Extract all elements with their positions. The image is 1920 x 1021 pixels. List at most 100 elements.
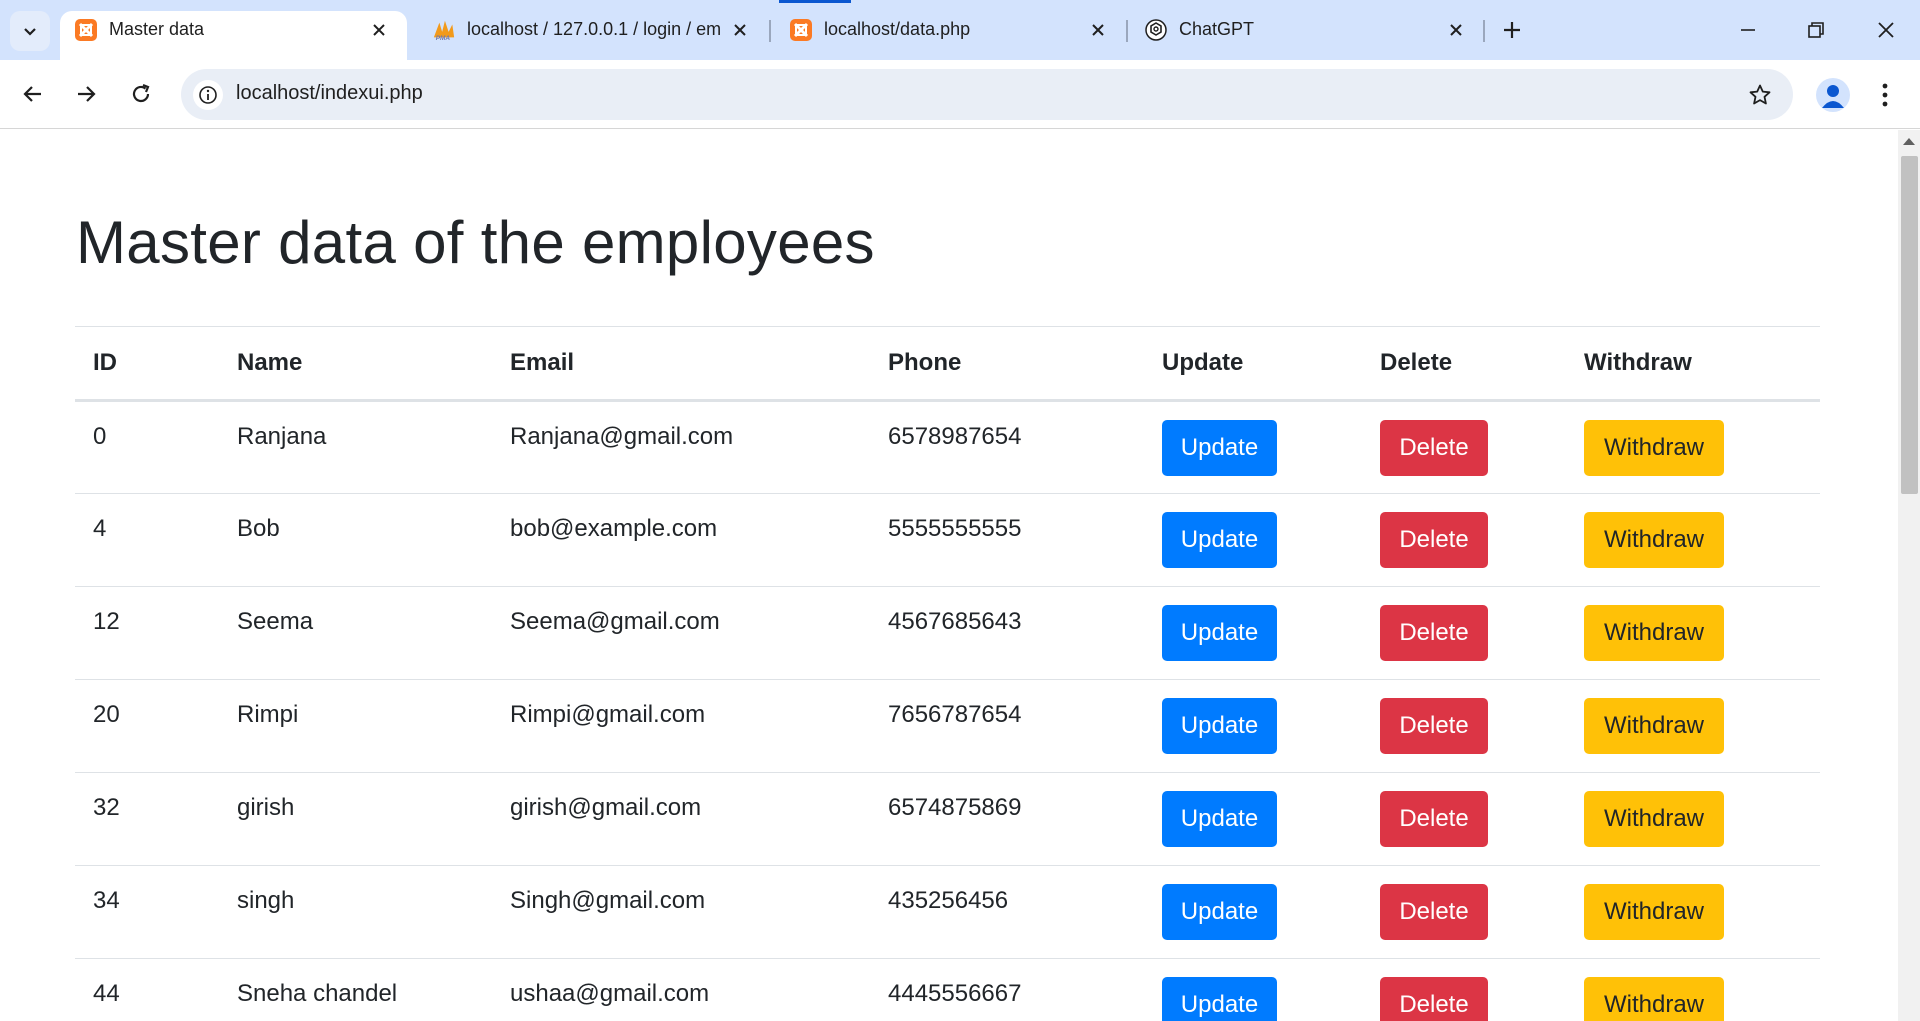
email-cell: ushaa@gmail.com xyxy=(492,958,870,1021)
withdraw-button[interactable]: Withdraw xyxy=(1584,791,1724,847)
tab-master-data[interactable]: Master data xyxy=(60,11,407,60)
tab-search-button[interactable] xyxy=(10,11,50,51)
phone-cell: 435256456 xyxy=(870,865,1144,959)
withdraw-cell: Withdraw xyxy=(1566,958,1820,1021)
column-header-update: Update xyxy=(1144,326,1362,402)
id-cell: 20 xyxy=(75,679,219,773)
chevron-down-icon xyxy=(24,28,36,36)
bookmark-star-icon[interactable] xyxy=(1745,80,1775,110)
update-button[interactable]: Update xyxy=(1162,884,1277,940)
site-info-icon[interactable] xyxy=(193,80,223,110)
column-header-phone: Phone xyxy=(870,326,1144,402)
tab-data-php[interactable]: localhost/data.php xyxy=(775,11,1115,60)
arrow-left-icon xyxy=(23,86,41,102)
reload-button[interactable] xyxy=(121,74,161,114)
update-button[interactable]: Update xyxy=(1162,791,1277,847)
delete-button[interactable]: Delete xyxy=(1380,420,1488,476)
update-cell: Update xyxy=(1144,958,1362,1021)
update-button[interactable]: Update xyxy=(1162,420,1277,476)
update-cell: Update xyxy=(1144,400,1362,494)
withdraw-cell: Withdraw xyxy=(1566,400,1820,494)
table-row: 20 Rimpi Rimpi@gmail.com 7656787654 Update De… xyxy=(75,679,1820,773)
xampp-icon xyxy=(74,18,98,42)
withdraw-cell: Withdraw xyxy=(1566,679,1820,773)
page-title: Master data of the employees xyxy=(76,209,875,276)
delete-button[interactable]: Delete xyxy=(1380,977,1488,1021)
tab-chatgpt[interactable]: ChatGPT xyxy=(1130,11,1480,60)
update-cell: Update xyxy=(1144,679,1362,773)
phone-cell: 6574875869 xyxy=(870,772,1144,866)
delete-button[interactable]: Delete xyxy=(1380,512,1488,568)
email-cell: Seema@gmail.com xyxy=(492,586,870,680)
delete-button[interactable]: Delete xyxy=(1380,791,1488,847)
name-cell: Rimpi xyxy=(219,679,492,773)
update-cell: Update xyxy=(1144,865,1362,959)
minimize-icon xyxy=(1741,29,1755,31)
name-cell: Ranjana xyxy=(219,400,492,494)
close-tab-icon[interactable] xyxy=(1085,17,1111,43)
close-tab-icon[interactable] xyxy=(727,17,753,43)
xampp-icon xyxy=(789,18,813,42)
url-text[interactable]: localhost/indexui.php xyxy=(236,82,423,105)
delete-cell: Delete xyxy=(1362,493,1566,587)
new-tab-button[interactable] xyxy=(1496,14,1528,46)
back-button[interactable] xyxy=(13,74,53,114)
browser-toolbar: localhost/indexui.php xyxy=(0,60,1920,129)
id-cell: 0 xyxy=(75,400,219,494)
chatgpt-icon xyxy=(1144,18,1168,42)
table-row: 44 Sneha chandel ushaa@gmail.com 4445556667… xyxy=(75,958,1820,1021)
arrow-right-icon xyxy=(78,86,96,102)
close-tab-icon[interactable] xyxy=(1443,17,1469,43)
delete-button[interactable]: Delete xyxy=(1380,605,1488,661)
delete-cell: Delete xyxy=(1362,400,1566,494)
update-button[interactable]: Update xyxy=(1162,977,1277,1021)
restore-button[interactable] xyxy=(1796,12,1836,48)
delete-cell: Delete xyxy=(1362,586,1566,680)
withdraw-button[interactable]: Withdraw xyxy=(1584,977,1724,1021)
email-cell: Singh@gmail.com xyxy=(492,865,870,959)
profile-avatar-icon[interactable] xyxy=(1816,78,1850,112)
tab-title: localhost / 127.0.0.1 / login / em xyxy=(467,19,722,39)
close-tab-icon[interactable] xyxy=(366,17,392,43)
minimize-button[interactable] xyxy=(1728,12,1768,48)
withdraw-button[interactable]: Withdraw xyxy=(1584,605,1724,661)
update-button[interactable]: Update xyxy=(1162,698,1277,754)
delete-button[interactable]: Delete xyxy=(1380,884,1488,940)
address-bar[interactable]: localhost/indexui.php xyxy=(181,69,1793,120)
table-header-row: ID Name Email Phone Update Delete Withdr… xyxy=(75,326,1820,402)
kebab-menu-icon xyxy=(1882,83,1888,107)
scrollbar-thumb[interactable] xyxy=(1901,156,1918,494)
withdraw-button[interactable]: Withdraw xyxy=(1584,512,1724,568)
update-button[interactable]: Update xyxy=(1162,512,1277,568)
table-row: 32 girish girish@gmail.com 6574875869 Update… xyxy=(75,772,1820,866)
browser-menu-button[interactable] xyxy=(1870,78,1900,112)
phone-cell: 4445556667 xyxy=(870,958,1144,1021)
id-cell: 44 xyxy=(75,958,219,1021)
withdraw-cell: Withdraw xyxy=(1566,865,1820,959)
tab-phpmyadmin[interactable]: PMA localhost / 127.0.0.1 / login / em xyxy=(418,11,758,60)
scroll-up-arrow-icon[interactable] xyxy=(1903,138,1915,145)
id-cell: 12 xyxy=(75,586,219,680)
phone-cell: 4567685643 xyxy=(870,586,1144,680)
column-header-email: Email xyxy=(492,326,870,402)
withdraw-button[interactable]: Withdraw xyxy=(1584,698,1724,754)
table-row: 12 Seema Seema@gmail.com 4567685643 Update De… xyxy=(75,586,1820,680)
name-cell: Sneha chandel xyxy=(219,958,492,1021)
name-cell: singh xyxy=(219,865,492,959)
tab-title: Master data xyxy=(109,19,205,39)
email-cell: Ranjana@gmail.com xyxy=(492,400,870,494)
phone-cell: 6578987654 xyxy=(870,400,1144,494)
close-window-button[interactable] xyxy=(1866,12,1906,48)
update-cell: Update xyxy=(1144,772,1362,866)
update-cell: Update xyxy=(1144,493,1362,587)
column-header-name: Name xyxy=(219,326,492,402)
name-cell: Seema xyxy=(219,586,492,680)
update-button[interactable]: Update xyxy=(1162,605,1277,661)
delete-button[interactable]: Delete xyxy=(1380,698,1488,754)
tab-separator xyxy=(769,20,771,42)
reload-icon xyxy=(132,83,150,103)
withdraw-button[interactable]: Withdraw xyxy=(1584,420,1724,476)
vertical-scrollbar[interactable] xyxy=(1898,130,1920,1021)
withdraw-button[interactable]: Withdraw xyxy=(1584,884,1724,940)
forward-button[interactable] xyxy=(66,74,106,114)
